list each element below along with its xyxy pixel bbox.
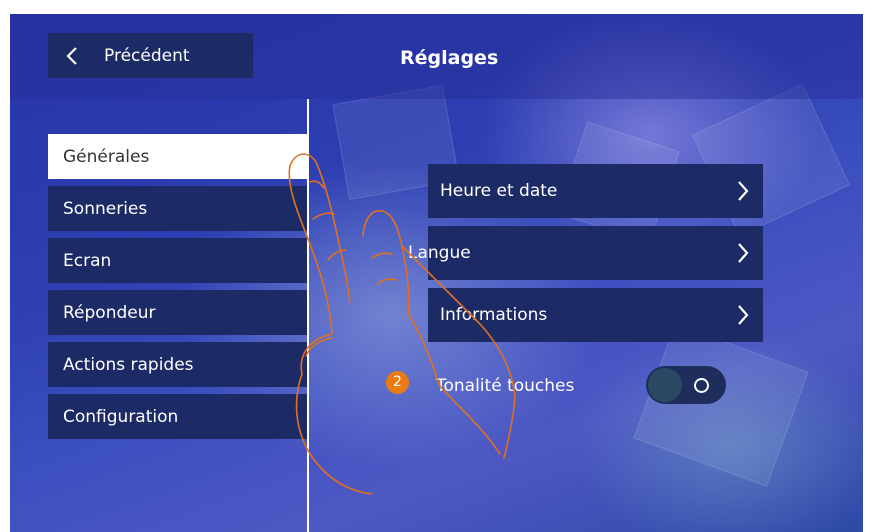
langue-row[interactable]: Langue (408, 226, 763, 280)
sidebar-item-label: Répondeur (63, 302, 156, 323)
off-indicator-icon (694, 378, 709, 393)
back-button[interactable]: Précédent (48, 33, 253, 78)
sidebar-item-label: Générales (63, 146, 150, 167)
informations-row[interactable]: Informations (428, 288, 763, 342)
chevron-left-icon (66, 46, 77, 65)
tonalite-touches-setting: 2 Tonalité touches (386, 366, 746, 406)
panel-divider (307, 99, 309, 532)
chevron-right-icon (738, 243, 749, 263)
step-number-badge: 2 (386, 371, 409, 394)
chevron-right-icon (738, 181, 749, 201)
sidebar-item-actions-rapides[interactable]: Actions rapides (48, 342, 307, 387)
tonalite-touches-toggle[interactable] (646, 366, 726, 404)
sidebar-item-label: Sonneries (63, 198, 148, 219)
heure-et-date-row[interactable]: Heure et date (428, 164, 763, 218)
sidebar-item-label: Ecran (63, 250, 112, 271)
page-title: Réglages (400, 47, 499, 69)
sidebar-menu: Générales Sonneries Ecran Répondeur Acti… (48, 134, 307, 446)
sidebar-item-label: Actions rapides (63, 354, 194, 375)
row-label: Langue (408, 243, 471, 263)
row-label: Heure et date (440, 181, 558, 201)
sidebar-item-ecran[interactable]: Ecran (48, 238, 307, 283)
sidebar-item-label: Configuration (63, 406, 179, 427)
toggle-knob (648, 368, 682, 402)
back-button-label: Précédent (104, 45, 190, 66)
top-bar: Précédent Réglages (10, 14, 863, 99)
sidebar-item-generales[interactable]: Générales (48, 134, 307, 179)
sidebar-item-configuration[interactable]: Configuration (48, 394, 307, 439)
sidebar-item-sonneries[interactable]: Sonneries (48, 186, 307, 231)
device-screen: Précédent Réglages Générales Sonneries E… (10, 14, 863, 532)
settings-list: Heure et date Langue Informations (408, 164, 763, 350)
toggle-label: Tonalité touches (436, 376, 575, 396)
sidebar-item-repondeur[interactable]: Répondeur (48, 290, 307, 335)
row-label: Informations (440, 305, 548, 325)
chevron-right-icon (738, 305, 749, 325)
